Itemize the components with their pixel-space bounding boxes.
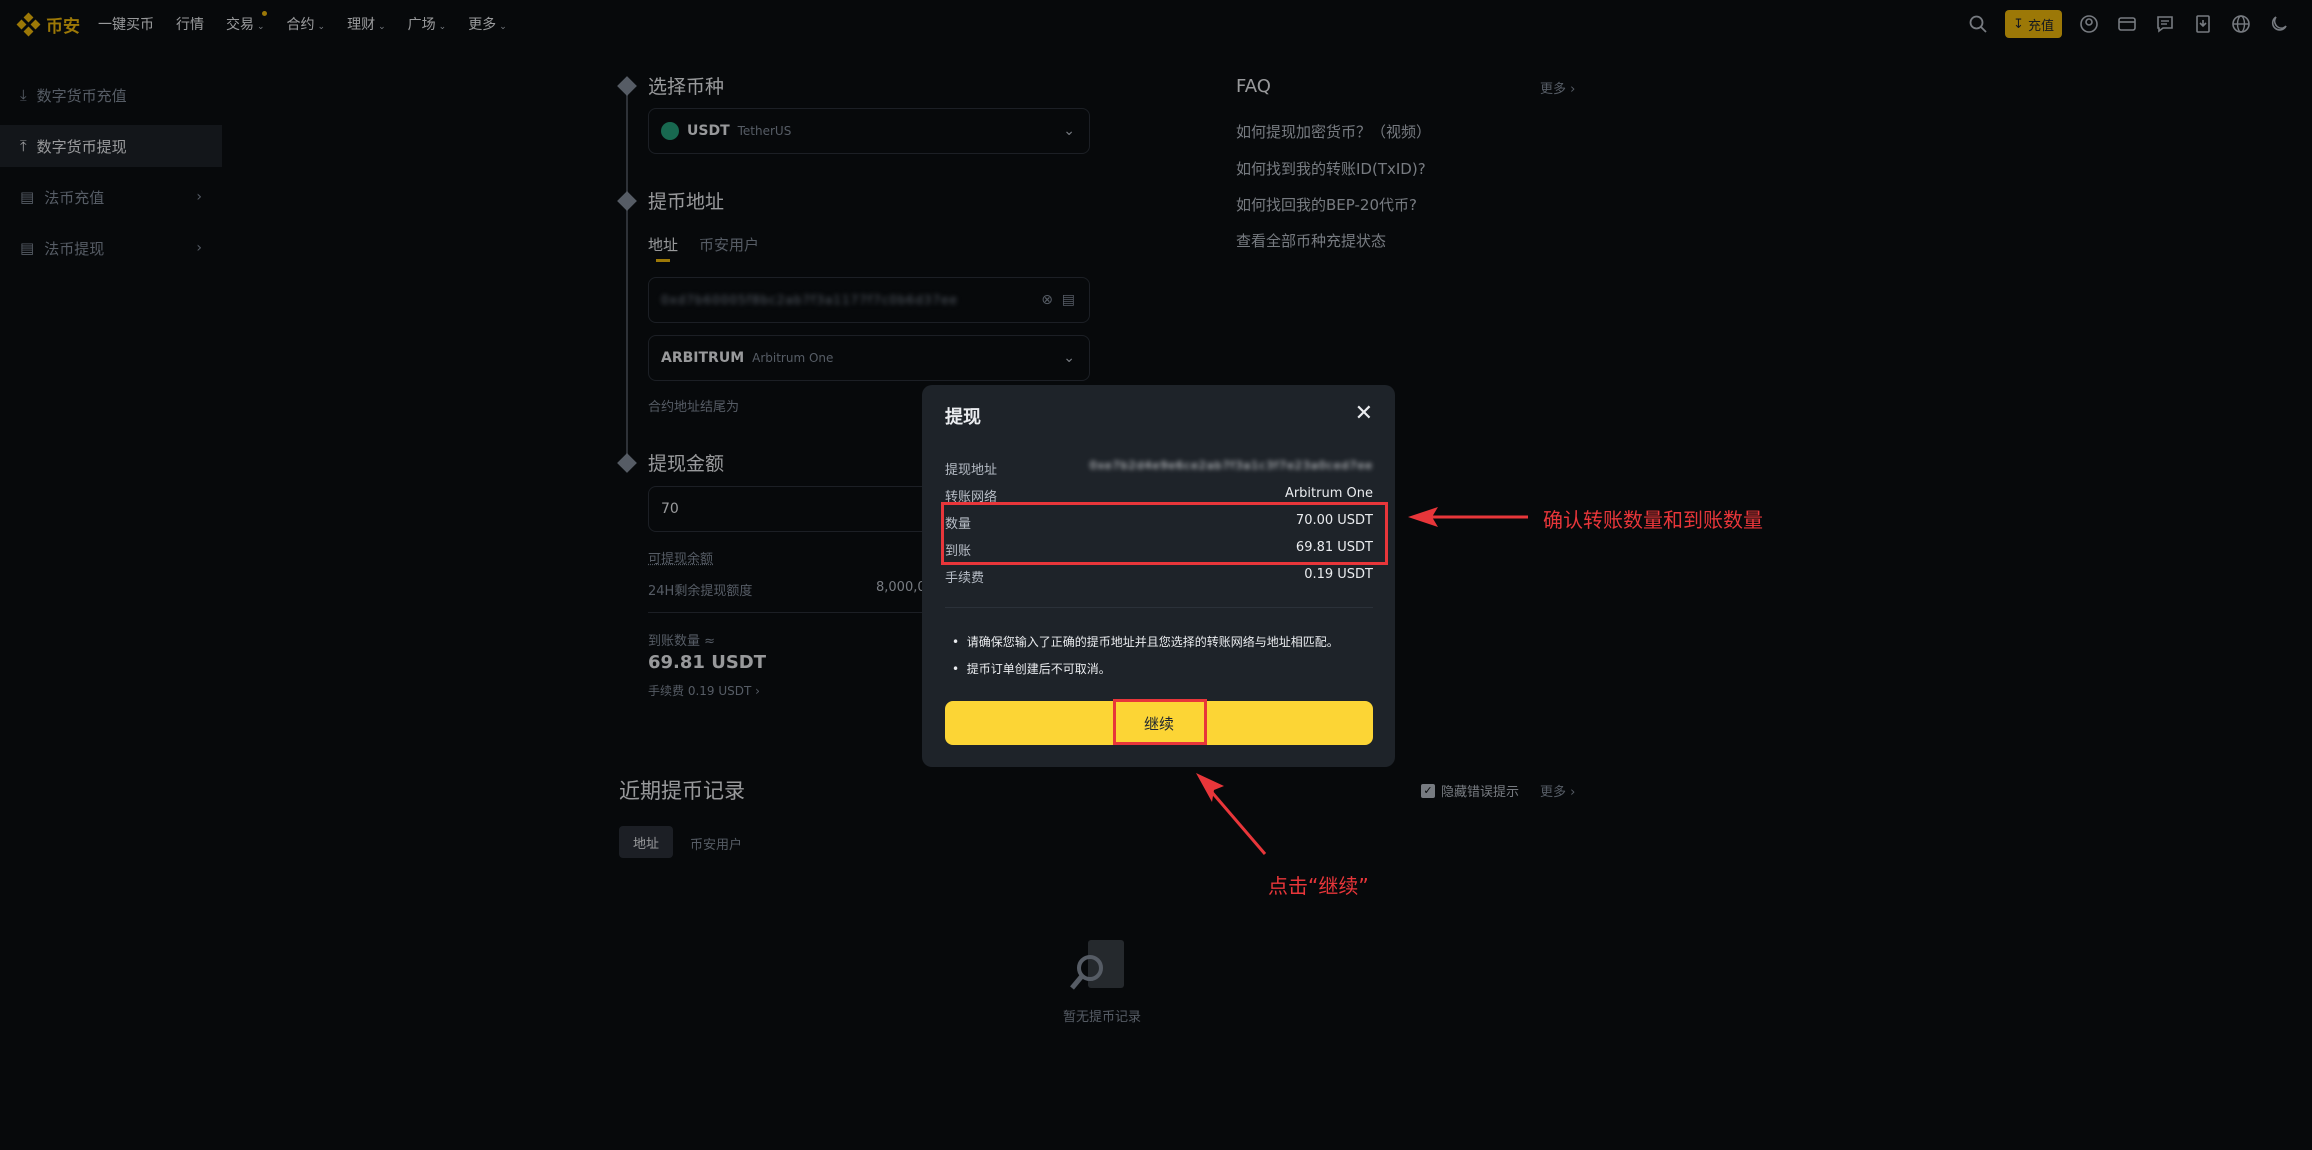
modal-row-address: 提现地址 0xe7b2d4e9e6ce2ab7f3a1c3f7e23a0ced7… — [945, 459, 1373, 478]
modal-title: 提现 — [945, 407, 981, 428]
annotation-arrow-left — [1408, 507, 1528, 527]
modal-note: • 提币订单创建后不可取消。 — [952, 662, 1111, 676]
annotation-highlight-amounts — [941, 502, 1388, 565]
modal-divider — [945, 607, 1373, 608]
modal-row-fee: 手续费 0.19 USDT — [945, 567, 1373, 586]
annotation-highlight-continue — [1113, 699, 1207, 745]
modal-note: • 请确保您输入了正确的提币地址并且您选择的转账网络与地址相匹配。 — [952, 635, 1339, 649]
annotation-confirm-text: 确认转账数量和到账数量 — [1543, 508, 1763, 532]
close-icon[interactable]: ✕ — [1355, 401, 1373, 426]
annotation-arrow-up — [1196, 773, 1267, 855]
annotation-click-text: 点击“继续” — [1268, 874, 1369, 898]
